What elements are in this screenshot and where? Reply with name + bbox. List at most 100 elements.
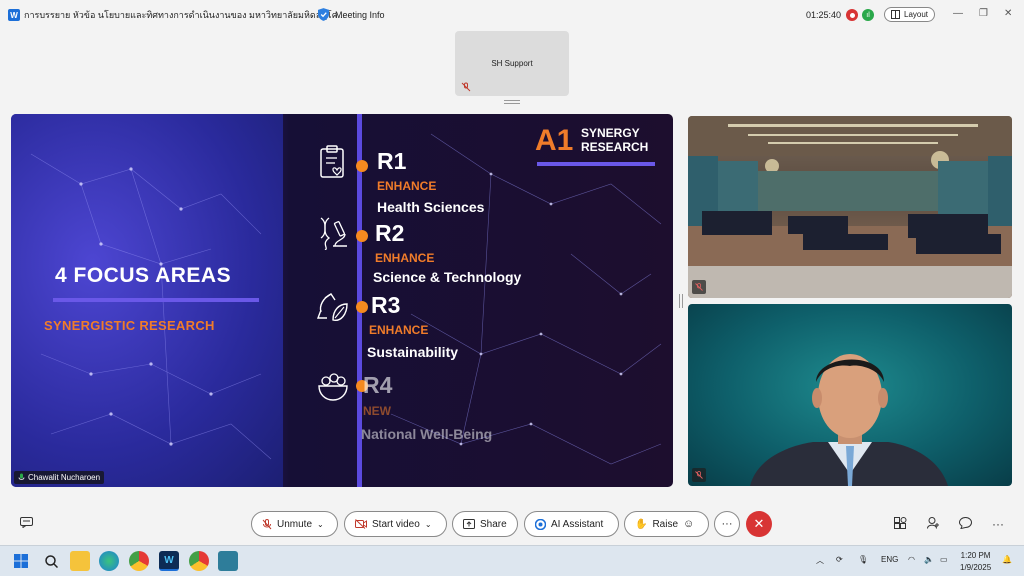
dna-microscope-icon: [320, 217, 347, 250]
clock-date: 1/9/2025: [960, 563, 992, 572]
start-video-label: Start video: [372, 518, 420, 530]
chevron-down-icon[interactable]: ⌄: [425, 520, 432, 529]
food-bowl-icon: [318, 373, 348, 401]
shared-content: 4 FOCUS AREAS SYNERGISTIC RESEARCH A1 SY…: [11, 114, 673, 487]
item-code-r4: R4: [363, 372, 393, 398]
item-code-r2: R2: [375, 220, 405, 246]
layout-label: Layout: [904, 10, 929, 19]
panel-resize-grip[interactable]: [504, 100, 520, 104]
item-desc-r1: Health Sciences: [377, 199, 485, 215]
share-label: Share: [480, 518, 507, 530]
badge-line-1: SYNERGY: [581, 126, 640, 140]
chrome-profile-icon[interactable]: [189, 551, 209, 571]
ai-assistant-button[interactable]: AI Assistant: [524, 511, 619, 537]
mic-tray-icon[interactable]: 🎙: [858, 555, 868, 564]
clock-time: 1:20 PM: [960, 551, 991, 560]
item-code-r3: R3: [371, 292, 401, 318]
window-title: การบรรยาย หัวข้อ นโยบายและทิศทางการดำเนิ…: [24, 10, 346, 20]
video-off-icon: [355, 519, 367, 529]
slide-main-subtitle: SYNERGISTIC RESEARCH: [44, 318, 215, 333]
badge-line-2: RESEARCH: [581, 140, 649, 154]
volume-muted-icon[interactable]: 🔈: [924, 555, 934, 564]
share-button[interactable]: Share: [452, 511, 518, 537]
start-video-button[interactable]: Start video ⌄: [344, 511, 447, 537]
recycle-leaf-icon: [316, 293, 348, 321]
recording-icon[interactable]: [846, 9, 858, 21]
sync-icon[interactable]: ⟳: [836, 555, 843, 564]
unmute-button[interactable]: Unmute ⌄: [251, 511, 338, 537]
more-panels-icon[interactable]: ···: [992, 517, 1004, 531]
participant-video-room[interactable]: [688, 116, 1012, 298]
meeting-info-label: Meeting Info: [335, 9, 385, 20]
webex-taskbar-icon[interactable]: W: [159, 551, 179, 571]
item-code-r1: R1: [377, 148, 407, 174]
participants-icon[interactable]: [927, 517, 940, 532]
ai-assistant-icon: [535, 518, 546, 530]
layout-grid-icon: [891, 10, 900, 19]
share-icon: [463, 519, 475, 529]
speaker-image: [750, 354, 948, 486]
end-meeting-button[interactable]: ✕: [746, 511, 772, 537]
meeting-info-button[interactable]: Meeting Info: [318, 8, 385, 21]
battery-icon[interactable]: ▭: [940, 555, 948, 564]
badge-code: A1: [535, 124, 574, 157]
participant-video-speaker[interactable]: [688, 304, 1012, 486]
chrome-icon[interactable]: [129, 551, 149, 571]
raise-label: Raise: [652, 518, 679, 530]
mic-off-icon: [262, 518, 272, 529]
mic-icon: [18, 473, 25, 480]
timeline-dot-r3: [356, 301, 368, 313]
layout-button[interactable]: Layout: [884, 7, 936, 22]
title-underline: [53, 298, 259, 302]
raise-hand-button[interactable]: ✋ Raise ☺: [624, 511, 709, 537]
ai-assistant-label: AI Assistant: [551, 518, 604, 530]
slide-main-title: 4 FOCUS AREAS: [55, 264, 232, 287]
apps-icon[interactable]: [894, 517, 907, 532]
chevron-down-icon[interactable]: ⌄: [317, 520, 324, 529]
unmute-label: Unmute: [277, 518, 313, 530]
restore-icon[interactable]: ❐: [979, 8, 988, 19]
timeline-dot-r2: [356, 230, 368, 242]
taskbar: W ︿ ⟳ 🎙 ENG ◠ 🔈 ▭ 1:20 PM 1/9/2025 🔔: [0, 545, 1024, 576]
notepad-icon[interactable]: [218, 551, 238, 571]
clipboard-health-icon: [320, 145, 344, 178]
chat-icon[interactable]: [958, 516, 973, 532]
reactions-icon[interactable]: ☺: [683, 518, 694, 530]
splitter-handle[interactable]: [679, 294, 683, 308]
shield-icon: [318, 8, 329, 21]
meeting-timer: 01:25:40: [806, 10, 842, 20]
edge-browser-icon[interactable]: [99, 551, 119, 571]
mic-off-icon: [692, 468, 706, 482]
minimize-icon[interactable]: —: [953, 8, 963, 19]
mic-off-icon: [692, 280, 706, 294]
system-clock[interactable]: 1:20 PM 1/9/2025: [960, 550, 991, 574]
presenter-name: Chawalit Nucharoen: [28, 473, 101, 482]
webex-logo-icon: W: [8, 9, 20, 21]
item-action-r2: ENHANCE: [375, 251, 435, 265]
conference-hall-image: [688, 116, 1012, 298]
meeting-controls: Unmute ⌄ Start video ⌄ Share AI Assistan…: [0, 505, 1024, 543]
captions-icon[interactable]: [20, 517, 33, 531]
item-desc-r3: Sustainability: [367, 344, 459, 360]
item-action-r3: ENHANCE: [369, 323, 429, 337]
item-action-r4: NEW: [363, 404, 391, 418]
wifi-icon[interactable]: ◠: [908, 555, 915, 564]
show-hidden-icons[interactable]: ︿: [816, 555, 824, 566]
presenter-name-tag: Chawalit Nucharoen: [14, 471, 105, 484]
participant-name: SH Support: [491, 59, 533, 68]
mic-off-icon: [461, 82, 471, 92]
network-status-icon[interactable]: ıl: [862, 9, 874, 21]
badge-label: SYNERGY RESEARCH: [581, 126, 648, 154]
close-window-icon[interactable]: ✕: [1004, 8, 1012, 19]
file-explorer-icon[interactable]: [70, 551, 90, 571]
item-desc-r2: Science & Technology: [373, 269, 522, 285]
more-options-button[interactable]: ···: [714, 511, 740, 537]
notification-bell-icon[interactable]: 🔔: [1002, 555, 1012, 564]
windows-start-icon[interactable]: [11, 551, 31, 571]
search-icon[interactable]: [41, 551, 61, 571]
language-indicator[interactable]: ENG: [881, 555, 898, 564]
item-action-r1: ENHANCE: [377, 179, 437, 193]
item-desc-r4: National Well-Being: [361, 426, 493, 442]
participant-tile-top[interactable]: SH Support: [455, 31, 569, 96]
badge-underline: [537, 162, 655, 166]
